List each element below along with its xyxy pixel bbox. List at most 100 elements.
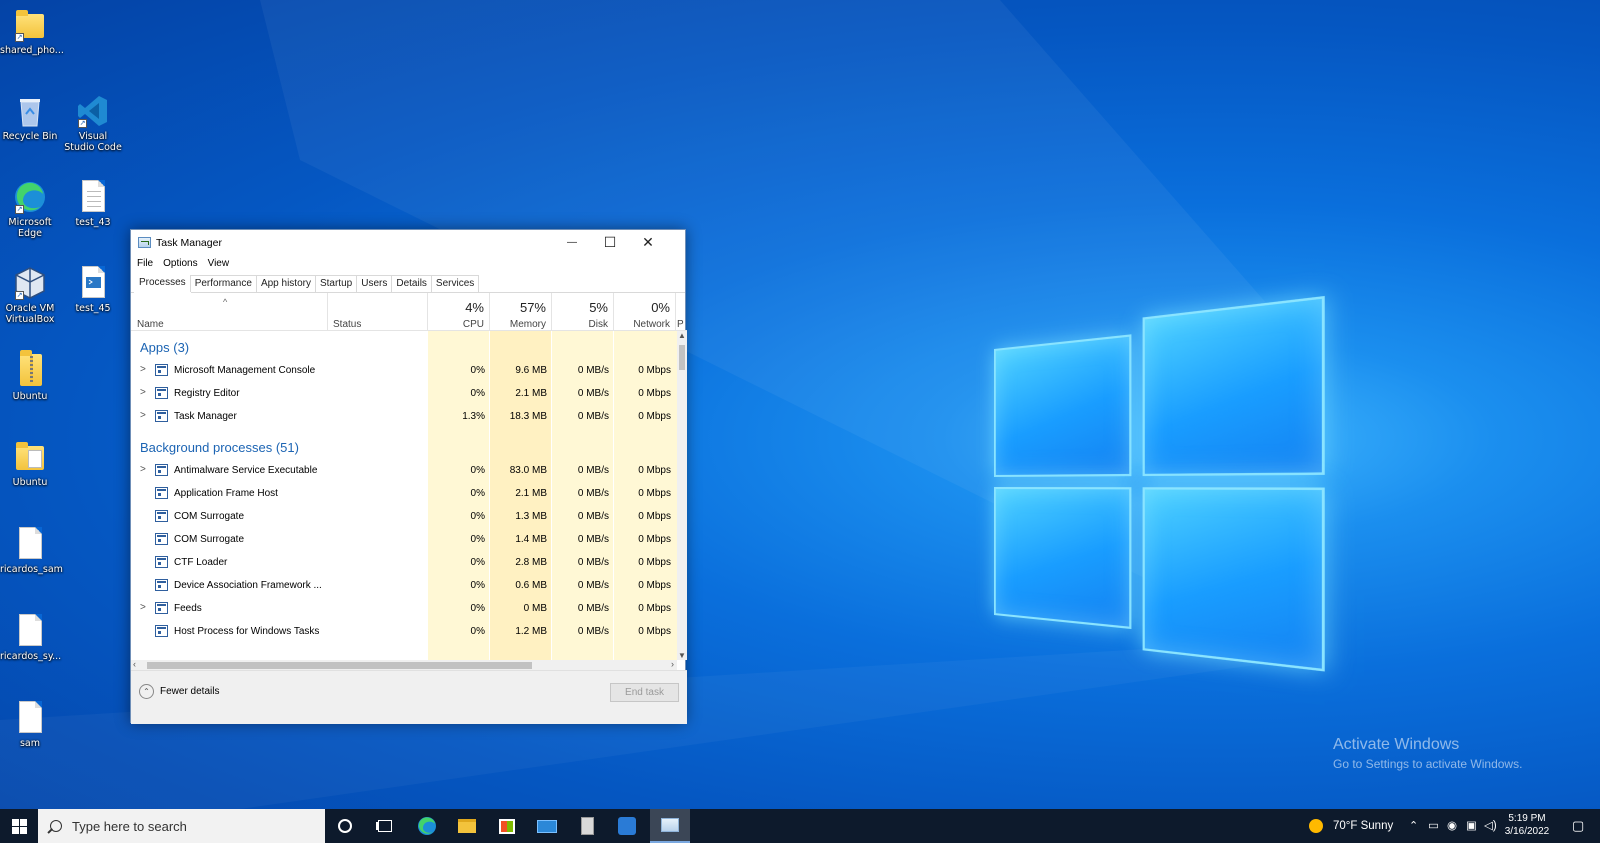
taskbar-mail[interactable] (527, 809, 567, 843)
process-memory: 2.1 MB (515, 488, 547, 499)
text-document-icon (82, 180, 105, 212)
process-row[interactable]: > Microsoft Management Console 0% 9.6 MB 0 M… (131, 359, 677, 382)
scroll-up-icon: ▲ (678, 331, 686, 340)
desktop-icon-ricardos-sam[interactable]: ricardos_sam (0, 527, 63, 575)
process-row[interactable]: COM Surrogate 0% 1.4 MB 0 MB/s 0 Mbps (131, 528, 677, 551)
column-header-network[interactable]: Network (613, 319, 670, 330)
process-row[interactable]: > Antimalware Service Executable 0% 83.0 MB… (131, 459, 677, 482)
maximize-button[interactable]: ☐ (591, 230, 629, 255)
process-row[interactable]: Application Frame Host 0% 2.1 MB 0 MB/s 0 Mb… (131, 482, 677, 505)
desktop-icon-test-43[interactable]: test_43 (63, 180, 123, 228)
process-icon (155, 510, 168, 522)
notifications-icon[interactable]: ▢ (1572, 809, 1584, 843)
expand-chevron-icon[interactable]: > (140, 359, 146, 381)
close-button[interactable]: ✕ (629, 230, 667, 255)
column-header-cpu[interactable]: CPU (427, 319, 484, 330)
desktop-icon-shared-photos[interactable]: ↗ shared_pho... (0, 8, 64, 56)
desktop-icon-ubuntu[interactable]: Ubuntu (0, 440, 60, 488)
mail-icon (537, 819, 557, 833)
fewer-details-button[interactable]: ⌃ Fewer details (139, 684, 219, 699)
system-clock[interactable]: 5:19 PM 3/16/2022 (1492, 812, 1562, 838)
process-network: 0 Mbps (638, 465, 671, 476)
menu-view[interactable]: View (208, 258, 230, 269)
tab-details[interactable]: Details (391, 275, 432, 292)
window-title: Task Manager (156, 236, 222, 249)
tab-startup[interactable]: Startup (314, 275, 358, 292)
meet-now-icon[interactable]: ◉ (1447, 809, 1457, 843)
tab-processes[interactable]: Processes (134, 272, 191, 293)
start-button[interactable] (0, 809, 38, 843)
taskbar-archive[interactable] (567, 809, 607, 843)
desktop-icon-ubuntu-zip[interactable]: Ubuntu (0, 350, 60, 402)
process-cpu: 1.3% (462, 411, 485, 422)
expand-chevron-icon[interactable]: > (140, 597, 146, 619)
process-row[interactable]: > Feeds 0% 0 MB 0 MB/s 0 Mbps (131, 597, 677, 620)
weather-sun-icon (1309, 819, 1323, 833)
desktop-icon-sam[interactable]: sam (0, 701, 60, 749)
process-cpu: 0% (470, 557, 485, 568)
vscode-icon: ↗ (77, 94, 109, 128)
column-header-name[interactable]: Name (137, 319, 164, 330)
network-icon[interactable]: ▣ (1466, 809, 1477, 843)
process-row[interactable]: CTF Loader 0% 2.8 MB 0 MB/s 0 Mbps (131, 551, 677, 574)
process-memory: 0.6 MB (515, 580, 547, 591)
process-row[interactable]: > Registry Editor 0% 2.1 MB 0 MB/s 0 Mbps (131, 382, 677, 405)
desktop-icon-virtualbox[interactable]: ↗ Oracle VM VirtualBox (0, 266, 60, 325)
desktop-icon-edge[interactable]: ↗ Microsoft Edge (0, 180, 60, 239)
chevron-up-icon[interactable]: ⌃ (1409, 809, 1418, 843)
column-header-overflow[interactable]: P (677, 319, 687, 330)
process-row[interactable]: Device Association Framework ... 0% 0.6 MB… (131, 574, 677, 597)
desktop-icon-ricardos-sy[interactable]: ricardos_sy... (0, 614, 61, 662)
menu-options[interactable]: Options (163, 258, 197, 269)
tab-users[interactable]: Users (356, 275, 393, 292)
column-header-status[interactable]: Status (333, 319, 361, 330)
process-row[interactable]: COM Surrogate 0% 1.3 MB 0 MB/s 0 Mbps (131, 505, 677, 528)
title-bar[interactable]: Task Manager — ☐ ✕ (131, 230, 685, 255)
cpu-percent[interactable]: 4% (427, 300, 484, 315)
process-row[interactable]: > Task Manager 1.3% 18.3 MB 0 MB/s 0 Mbps (131, 405, 677, 428)
tab-performance[interactable]: Performance (189, 275, 257, 292)
cortana-button[interactable] (325, 809, 365, 843)
process-row[interactable]: Host Process for Windows Tasks 0% 1.2 MB 0 … (131, 620, 677, 643)
taskbar-file-explorer[interactable] (447, 809, 487, 843)
network-percent[interactable]: 0% (613, 300, 670, 315)
process-network: 0 Mbps (638, 580, 671, 591)
taskbar-edge[interactable] (407, 809, 447, 843)
archive-icon (580, 817, 594, 835)
task-view-button[interactable] (365, 809, 405, 843)
minimize-button[interactable]: — (553, 230, 591, 255)
process-disk: 0 MB/s (577, 534, 609, 545)
tab-app-history[interactable]: App history (255, 275, 316, 292)
end-task-button[interactable]: End task (610, 683, 679, 702)
expand-chevron-icon[interactable]: > (140, 459, 146, 481)
tab-services[interactable]: Services (430, 275, 480, 292)
vertical-scrollbar[interactable]: ▲ ▼ (677, 331, 687, 660)
task-view-icon (378, 820, 392, 832)
taskbar-app[interactable] (607, 809, 647, 843)
expand-chevron-icon[interactable]: > (140, 382, 146, 404)
taskbar-task-manager[interactable] (650, 809, 690, 843)
memory-percent[interactable]: 57% (489, 300, 546, 315)
desktop-icon-vscode[interactable]: ↗ Visual Studio Code (63, 94, 123, 153)
menu-file[interactable]: File (137, 258, 153, 269)
horizontal-scroll-thumb[interactable] (147, 662, 532, 669)
process-name: Registry Editor (174, 388, 240, 399)
horizontal-scrollbar[interactable]: ‹ › (131, 659, 677, 670)
process-name: Task Manager (174, 411, 237, 422)
process-cpu: 0% (470, 365, 485, 376)
notebook-icon[interactable]: ▭ (1428, 809, 1439, 843)
desktop-icon-test-45[interactable]: test_45 (63, 266, 123, 314)
process-name: CTF Loader (174, 557, 228, 568)
taskbar-search-box[interactable]: Type here to search (38, 809, 325, 843)
vertical-scroll-thumb[interactable] (679, 345, 685, 370)
group-header-apps[interactable]: Apps (3) (140, 340, 189, 355)
desktop-icon-recycle-bin[interactable]: Recycle Bin (0, 94, 60, 142)
disk-percent[interactable]: 5% (551, 300, 608, 315)
column-header-disk[interactable]: Disk (551, 319, 608, 330)
taskbar-store[interactable] (487, 809, 527, 843)
weather-text[interactable]: 70°F Sunny (1333, 809, 1393, 843)
column-header-memory[interactable]: Memory (489, 319, 546, 330)
taskbar: Type here to search 70°F Sunny ⌃ ▭ ◉ ▣ ◁… (0, 809, 1600, 843)
group-header-background[interactable]: Background processes (51) (140, 440, 299, 455)
expand-chevron-icon[interactable]: > (140, 405, 146, 427)
